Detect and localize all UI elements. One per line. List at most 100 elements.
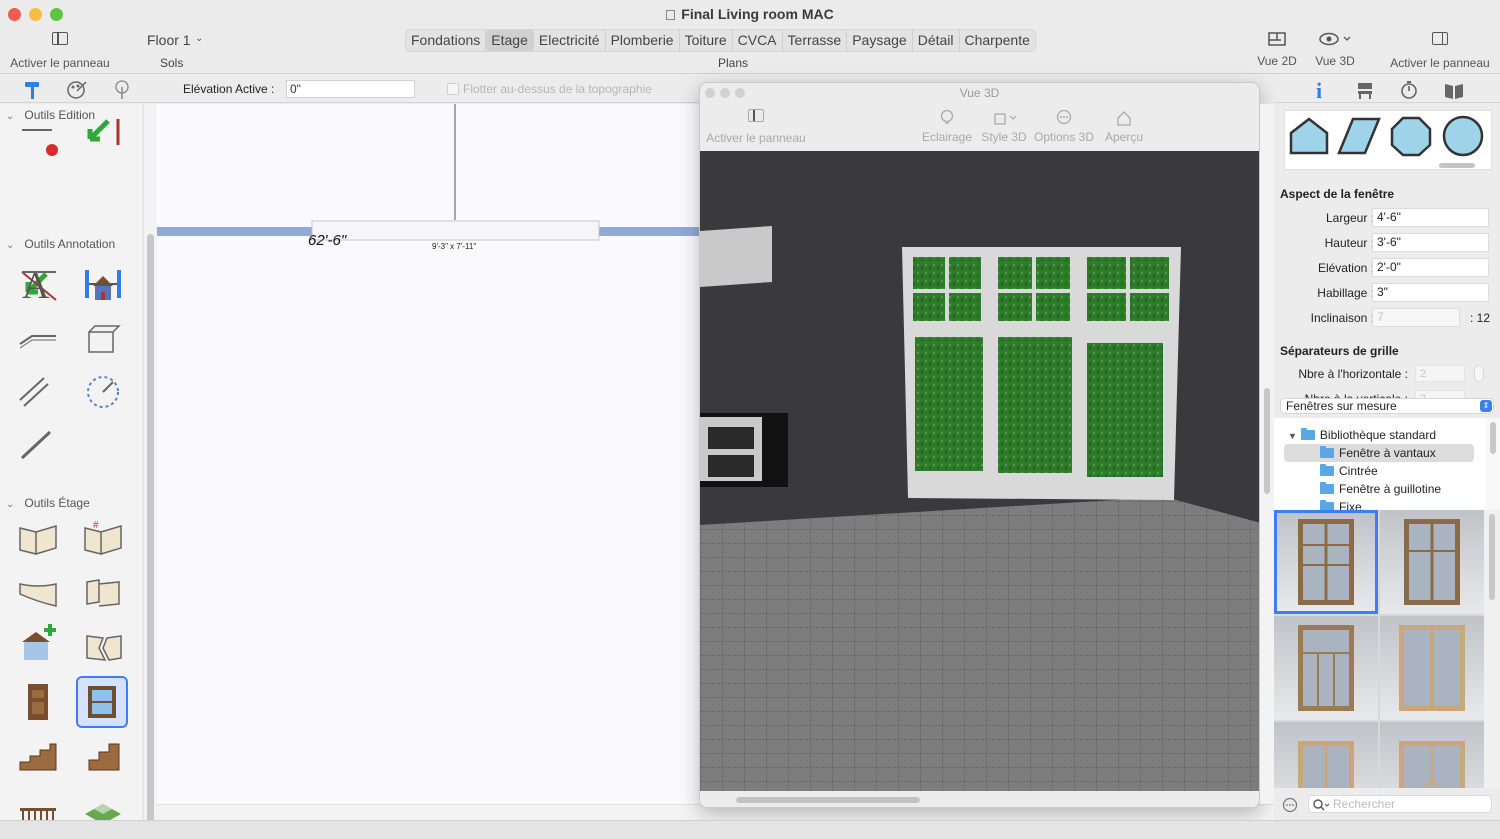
window-thumb-2[interactable] bbox=[1380, 510, 1484, 614]
tab-terrasse[interactable]: Terrasse bbox=[783, 30, 848, 51]
lightbulb-icon bbox=[940, 109, 954, 124]
plan-canvas[interactable]: 62'-6" 9'-3" x 7'-11" bbox=[157, 104, 700, 804]
v3d-scroll-thumb[interactable] bbox=[736, 797, 920, 803]
library-search-input[interactable]: Rechercher bbox=[1308, 795, 1492, 813]
lighting-button[interactable]: Eclairage bbox=[922, 109, 972, 144]
shape-circle-icon[interactable] bbox=[1441, 115, 1487, 157]
move-arrow-icon bbox=[87, 119, 120, 145]
tree-item-fixed[interactable]: Fixe bbox=[1274, 498, 1486, 510]
prop-height-input[interactable]: 3'-6" bbox=[1372, 233, 1489, 252]
thumbnails-scrollbar[interactable] bbox=[1484, 510, 1500, 788]
tool-stairs[interactable] bbox=[12, 730, 64, 782]
plan-vertical-scroll-thumb[interactable] bbox=[1264, 388, 1270, 494]
prop-elevation-input[interactable]: 2'-0" bbox=[1372, 258, 1489, 277]
ellipsis-circle-icon bbox=[1056, 109, 1072, 125]
info-icon[interactable]: i bbox=[1310, 79, 1330, 101]
prop-pitch-label: Inclinaison : bbox=[1310, 311, 1374, 325]
book-icon[interactable] bbox=[1443, 79, 1465, 101]
tree-item-standard-library[interactable]: ▼ Bibliothèque standard bbox=[1274, 426, 1486, 444]
tool-floor-pattern[interactable] bbox=[77, 784, 129, 820]
tab-plomberie[interactable]: Plomberie bbox=[606, 30, 680, 51]
tools-scroll-thumb[interactable] bbox=[147, 234, 154, 829]
tab-paysage[interactable]: Paysage bbox=[847, 30, 913, 51]
style-3d-button[interactable]: Style 3D bbox=[979, 109, 1029, 144]
shape-strip-scroll-thumb[interactable] bbox=[1439, 163, 1475, 168]
tool-select-point[interactable] bbox=[12, 116, 64, 168]
float-topography-checkbox[interactable]: Flotter au-dessus de la topographie bbox=[447, 82, 652, 96]
prop-trim-input[interactable]: 3" bbox=[1372, 283, 1489, 302]
tool-break-wall[interactable] bbox=[77, 620, 129, 672]
tool-box[interactable] bbox=[77, 312, 129, 364]
tools-scrollbar[interactable] bbox=[143, 104, 157, 829]
v3d-scene[interactable] bbox=[700, 151, 1259, 791]
tool-radius[interactable] bbox=[77, 366, 129, 418]
tool-door[interactable] bbox=[12, 676, 64, 728]
furniture-icon[interactable] bbox=[1355, 79, 1375, 101]
v3d-window-panes bbox=[913, 257, 1169, 477]
view-3d-button[interactable]: Vue 3D bbox=[1312, 32, 1358, 68]
left-panel-toggle-label: Activer le panneau bbox=[10, 56, 110, 70]
palette-icon[interactable] bbox=[66, 79, 88, 101]
plan-vertical-scrollbar[interactable] bbox=[1260, 104, 1274, 804]
tool-dimension[interactable] bbox=[77, 258, 129, 310]
prop-pitch-input: 7 bbox=[1372, 308, 1460, 327]
tool-move[interactable] bbox=[76, 109, 128, 161]
options-3d-button[interactable]: Options 3D bbox=[1032, 109, 1096, 144]
tab-etage[interactable]: Etage bbox=[486, 30, 534, 51]
tree-scrollbar[interactable] bbox=[1486, 418, 1500, 510]
tool-line[interactable] bbox=[12, 312, 64, 364]
right-panel-toggle-button[interactable]: Activer le panneau bbox=[1388, 32, 1492, 70]
tree-item-double-hung[interactable]: Fenêtre à guillotine bbox=[1274, 480, 1486, 498]
tab-fondations[interactable]: Fondations bbox=[406, 30, 487, 51]
tree-scroll-thumb[interactable] bbox=[1490, 422, 1496, 454]
library-select[interactable]: Fenêtres sur mesure ⇕ bbox=[1280, 398, 1494, 414]
tab-toiture[interactable]: Toiture bbox=[680, 30, 733, 51]
tab-charpente[interactable]: Charpente bbox=[960, 30, 1035, 51]
window-thumb-5[interactable] bbox=[1274, 722, 1378, 788]
tool-curved-wall[interactable] bbox=[12, 566, 64, 618]
shape-pentagon-icon[interactable] bbox=[1287, 115, 1331, 157]
section-etage[interactable]: ⌄ Outils Étage bbox=[6, 496, 90, 510]
chevron-down-icon: ⌄ bbox=[6, 499, 15, 510]
section-annotation[interactable]: ⌄ Outils Annotation bbox=[6, 237, 115, 251]
tool-wall[interactable] bbox=[12, 512, 64, 564]
thumbnails-scroll-thumb[interactable] bbox=[1489, 514, 1495, 600]
window-thumb-4[interactable] bbox=[1380, 616, 1484, 720]
app-window: Final Living room MAC Activer le panneau… bbox=[0, 0, 1500, 839]
v3d-panel-toggle-button[interactable]: Activer le panneau bbox=[704, 109, 808, 145]
tool-u-stairs[interactable] bbox=[77, 730, 129, 782]
tree-item-label: Fenêtre à guillotine bbox=[1339, 482, 1442, 496]
prop-width: Largeur : 4'-6" bbox=[1274, 208, 1500, 228]
tool-add-room[interactable] bbox=[12, 620, 64, 672]
tree-icon[interactable] bbox=[111, 79, 133, 101]
tool-railing[interactable] bbox=[12, 784, 64, 820]
tool-text[interactable]: A bbox=[12, 258, 64, 310]
prop-width-input[interactable]: 4'-6" bbox=[1372, 208, 1489, 227]
tool-angle-dimension[interactable] bbox=[12, 366, 64, 418]
window-thumb-6[interactable] bbox=[1380, 722, 1484, 788]
tool-arrow[interactable] bbox=[12, 418, 64, 470]
prop-height: Hauteur : 3'-6" bbox=[1274, 233, 1500, 253]
tree-item-casement[interactable]: Fenêtre à vantaux bbox=[1284, 444, 1474, 462]
ellipsis-circle-icon[interactable] bbox=[1282, 797, 1298, 813]
timer-icon[interactable] bbox=[1399, 79, 1419, 101]
tab-detail[interactable]: Détail bbox=[913, 30, 960, 51]
tab-electricite[interactable]: Electricité bbox=[534, 30, 606, 51]
v3d-horizontal-scrollbar[interactable] bbox=[700, 791, 1259, 807]
window-thumb-1[interactable] bbox=[1274, 510, 1378, 614]
window-thumb-3[interactable] bbox=[1274, 616, 1378, 720]
preview-button[interactable]: Aperçu bbox=[1102, 109, 1146, 144]
left-panel-toggle-button[interactable]: Activer le panneau bbox=[8, 32, 112, 70]
floor-select[interactable]: Floor 1 ⌄ bbox=[140, 30, 212, 51]
tool-window[interactable] bbox=[76, 676, 128, 728]
tab-cvca[interactable]: CVCA bbox=[733, 30, 783, 51]
tool-wall-special[interactable]: # bbox=[77, 512, 129, 564]
elevation-input[interactable]: 0" bbox=[286, 80, 415, 98]
hammer-icon[interactable] bbox=[22, 79, 44, 101]
shape-parallelogram-icon[interactable] bbox=[1337, 115, 1381, 157]
tool-room[interactable] bbox=[77, 566, 129, 618]
paint-bucket-icon bbox=[994, 113, 1017, 125]
shape-octagon-icon[interactable] bbox=[1389, 115, 1433, 157]
tree-item-arched[interactable]: Cintrée bbox=[1274, 462, 1486, 480]
view-2d-button[interactable]: Vue 2D bbox=[1254, 32, 1300, 68]
